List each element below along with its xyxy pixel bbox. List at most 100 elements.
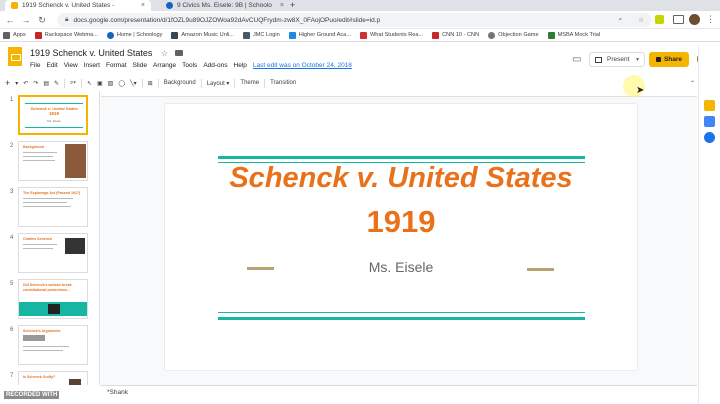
bookmark-apps[interactable]: Apps bbox=[3, 31, 26, 39]
comments-icon[interactable]: ▭ bbox=[572, 54, 581, 65]
close-icon[interactable]: × bbox=[276, 2, 284, 9]
menu-view[interactable]: View bbox=[64, 62, 78, 69]
bookmark-msba[interactable]: MSBA Mock Trial bbox=[547, 31, 600, 39]
cast-icon[interactable] bbox=[673, 15, 684, 24]
menu-file[interactable]: File bbox=[30, 62, 40, 69]
print-icon[interactable]: ▤ bbox=[43, 80, 49, 87]
layout-button[interactable]: Layout ▾ bbox=[207, 80, 230, 87]
transition-button[interactable]: Transition bbox=[270, 80, 296, 86]
thumb-text-line bbox=[23, 244, 57, 245]
share-button[interactable]: Share bbox=[649, 52, 689, 67]
paint-format-icon[interactable]: ✎ bbox=[54, 80, 59, 87]
layout-label: Layout bbox=[206, 80, 225, 87]
thumb-text-line bbox=[23, 248, 53, 249]
present-button[interactable]: Present ▼ bbox=[589, 52, 645, 67]
comment-icon[interactable]: ⊞ bbox=[148, 80, 153, 87]
slide-thumbnail-4[interactable]: Charles Schenck bbox=[18, 233, 88, 273]
chevron-down-icon[interactable]: ▼ bbox=[635, 57, 640, 63]
profile-avatar[interactable] bbox=[689, 14, 700, 25]
browser-tab-2[interactable]: 9 Civics Ms. Eisele: 9B | Schoolo × bbox=[160, 0, 290, 11]
bookmark-objection[interactable]: Objection Game bbox=[488, 31, 539, 39]
slide-canvas[interactable]: Schenck v. United States 1919 Ms. Eisele bbox=[165, 104, 637, 370]
speaker-notes[interactable]: *Shank bbox=[101, 385, 697, 404]
apps-grid-icon bbox=[3, 31, 10, 39]
tasks-icon[interactable] bbox=[704, 116, 715, 127]
background-button[interactable]: Background bbox=[164, 80, 196, 86]
speaker-notes-text: *Shank bbox=[107, 389, 128, 396]
present-label: Present bbox=[607, 56, 630, 63]
top-teal-bar bbox=[218, 156, 585, 159]
menu-slide[interactable]: Slide bbox=[133, 62, 147, 69]
keep-icon[interactable] bbox=[704, 100, 715, 111]
document-title[interactable]: 1919 Schenck v. United States ☆ bbox=[30, 48, 183, 58]
redo-icon[interactable]: ↷ bbox=[33, 80, 38, 87]
watermark-text: RECORDED WITH bbox=[4, 391, 60, 399]
star-bookmark-icon[interactable]: ☆ bbox=[638, 16, 644, 24]
last-edit-link[interactable]: Last edit was on October 24, 2018 bbox=[253, 62, 352, 69]
reload-icon[interactable]: ↻ bbox=[36, 14, 48, 26]
new-tab-button[interactable]: + bbox=[290, 0, 295, 11]
theme-button[interactable]: Theme bbox=[240, 80, 259, 86]
menu-addons[interactable]: Add-ons bbox=[203, 62, 227, 69]
calendar-check-icon[interactable] bbox=[704, 132, 715, 143]
chevron-down-icon[interactable]: ▾ bbox=[15, 80, 18, 87]
extension-icon[interactable] bbox=[655, 15, 664, 24]
thumb-title: Background bbox=[23, 145, 44, 149]
slide-number: 7 bbox=[10, 373, 14, 379]
thumb-title: Did Schenck's actions break constitution… bbox=[23, 283, 72, 292]
back-arrow-icon[interactable]: ← bbox=[4, 14, 16, 26]
bookmark-schoology[interactable]: Home | Schoology bbox=[106, 31, 162, 39]
amazon-music-icon bbox=[171, 31, 179, 39]
slide-year[interactable]: 1919 bbox=[205, 204, 597, 240]
folder-icon[interactable] bbox=[174, 50, 183, 56]
bookmark-cnn[interactable]: CNN 10 - CNN bbox=[432, 31, 479, 39]
thumb-text-line bbox=[23, 156, 53, 157]
collapse-chevron-up-icon[interactable]: ⌃ bbox=[690, 80, 695, 87]
forward-arrow-icon[interactable]: → bbox=[20, 14, 32, 26]
menu-insert[interactable]: Insert bbox=[84, 62, 100, 69]
menu-tools[interactable]: Tools bbox=[182, 62, 197, 69]
slide-title[interactable]: Schenck v. United States bbox=[205, 162, 597, 195]
image-icon[interactable]: ▨ bbox=[108, 80, 114, 87]
slide-thumbnail-7[interactable]: Is Schenck Guilty? bbox=[18, 371, 88, 385]
slide-thumbnail-5[interactable]: Did Schenck's actions break constitution… bbox=[18, 279, 88, 319]
slides-favicon-icon bbox=[11, 2, 18, 9]
bookmark-higher-ground[interactable]: Higher Ground Aca... bbox=[288, 31, 351, 39]
menu-format[interactable]: Format bbox=[106, 62, 127, 69]
thumb-teal-line bbox=[25, 103, 83, 104]
menu-kebab-icon[interactable]: ⋮ bbox=[706, 14, 715, 25]
browser-tab-1[interactable]: 1919 Schenck v. United States - × bbox=[5, 0, 151, 11]
slide-thumbnail-2[interactable]: Background bbox=[18, 141, 88, 181]
thumb-image bbox=[48, 304, 60, 314]
line-icon[interactable]: ╲▾ bbox=[130, 80, 137, 87]
share-label: Share bbox=[663, 56, 683, 63]
star-icon[interactable]: ☆ bbox=[161, 49, 168, 58]
menu-help[interactable]: Help bbox=[234, 62, 247, 69]
select-cursor-icon[interactable]: ↖ bbox=[87, 80, 92, 87]
browser-tab-strip: 1919 Schenck v. United States - × 9 Civi… bbox=[0, 0, 720, 11]
bookmark-rackspace[interactable]: Rackspace Webma... bbox=[34, 31, 98, 39]
objection-icon bbox=[488, 31, 496, 39]
undo-icon[interactable]: ↶ bbox=[23, 80, 28, 87]
slide-number: 3 bbox=[10, 189, 14, 195]
slide-thumbnail-6[interactable]: Schenck's Arguments bbox=[18, 325, 88, 365]
slide-thumbnail-3[interactable]: The Espionage Act (Passed 1917) bbox=[18, 187, 88, 227]
bookmark-amazon-music[interactable]: Amazon Music Unli... bbox=[171, 31, 234, 39]
search-icon[interactable]: ⌕ bbox=[619, 16, 623, 24]
slide-thumbnail-1[interactable]: Schenck v. United States 1919 Ms. Eisele bbox=[18, 95, 88, 135]
toolbar-divider bbox=[157, 78, 159, 88]
bookmark-youtube[interactable]: What Students Rea... bbox=[359, 31, 423, 39]
url-bar[interactable]: 🔒︎ docs.google.com/presentation/d/1fOZL9… bbox=[57, 13, 652, 27]
bookmark-jmc[interactable]: JMC Login bbox=[242, 31, 280, 39]
menu-arrange[interactable]: Arrange bbox=[153, 62, 176, 69]
slide-subtitle[interactable]: Ms. Eisele bbox=[205, 259, 597, 275]
google-slides-logo[interactable] bbox=[8, 47, 22, 66]
new-slide-icon[interactable]: + bbox=[5, 78, 10, 88]
editing-toolbar: + ▾ ↶ ↷ ▤ ✎ ⌕▾ ↖ ▣ ▨ ◯ ╲▾ ⊞ Background L… bbox=[5, 76, 703, 90]
thumb-text-line bbox=[23, 350, 63, 351]
zoom-icon[interactable]: ⌕▾ bbox=[70, 80, 76, 87]
shape-icon[interactable]: ◯ bbox=[118, 80, 125, 87]
menu-edit[interactable]: Edit bbox=[46, 62, 57, 69]
close-icon[interactable]: × bbox=[137, 2, 145, 9]
text-box-icon[interactable]: ▣ bbox=[97, 80, 103, 87]
